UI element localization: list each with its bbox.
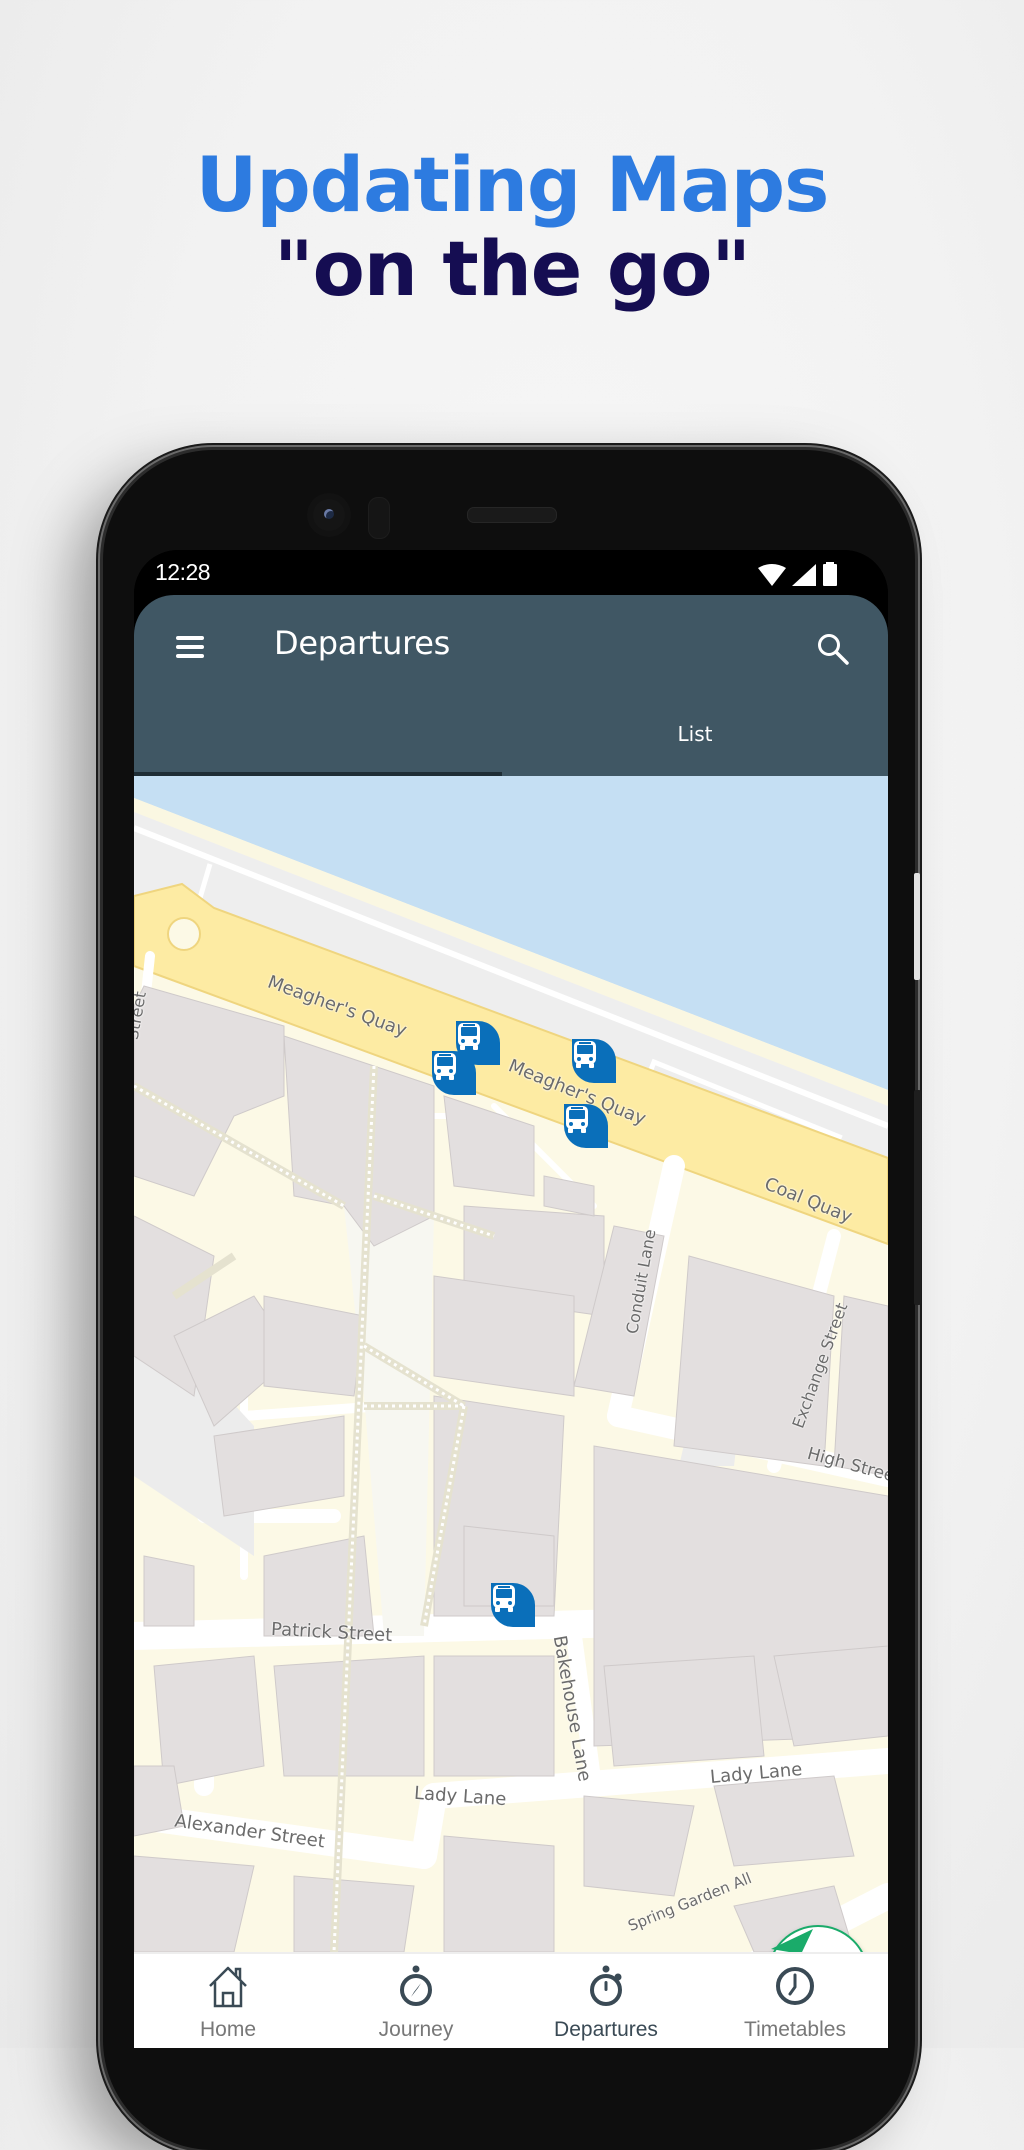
- bus-stop-marker[interactable]: [564, 1104, 608, 1148]
- search-icon[interactable]: [816, 632, 850, 666]
- nav-home[interactable]: Home: [143, 1954, 313, 2048]
- compass-icon: [400, 1965, 432, 2006]
- bottom-navigation: Home Journey Departures Timetables: [134, 1952, 888, 2048]
- nav-journey-label: Journey: [378, 2018, 454, 2041]
- headline-line-2: "on the go": [273, 224, 751, 313]
- app-bar: Departures: [134, 595, 888, 697]
- hamburger-menu-icon[interactable]: [176, 636, 204, 658]
- clock-icon: [776, 1967, 814, 2005]
- headline-line-1: Updating Maps: [195, 140, 830, 229]
- nav-timetables-label: Timetables: [744, 2018, 846, 2041]
- bus-stop-marker[interactable]: [572, 1039, 616, 1083]
- nav-departures[interactable]: Departures: [521, 1954, 691, 2048]
- bus-icon: [574, 1041, 596, 1068]
- battery-icon: [823, 562, 837, 586]
- nav-home-label: Home: [199, 2018, 257, 2041]
- navigation-arrow-icon: [771, 1929, 813, 1952]
- map-view[interactable]: Meagher's Quay Meagher's Quay Coal Quay …: [134, 776, 888, 1952]
- volume-button: [914, 873, 920, 980]
- bus-icon: [493, 1585, 515, 1612]
- bus-stop-marker[interactable]: [491, 1583, 535, 1627]
- bus-stop-marker[interactable]: [456, 1021, 500, 1065]
- status-time: 12:28: [155, 559, 211, 585]
- tab-bar: Map List: [134, 697, 888, 2048]
- bus-icon: [434, 1053, 456, 1080]
- power-button: [914, 1090, 921, 1305]
- status-bar: 12:28: [134, 550, 888, 595]
- cellular-signal-icon: [792, 564, 816, 586]
- status-icons: [758, 562, 838, 586]
- home-icon: [209, 1966, 247, 2008]
- bus-icon: [458, 1023, 480, 1050]
- page-title: Departures: [274, 624, 451, 662]
- front-camera: [313, 499, 345, 531]
- nav-timetables[interactable]: Timetables: [710, 1954, 880, 2048]
- roundabout: [167, 917, 201, 951]
- bus-icon: [566, 1106, 588, 1133]
- phone-screen: 12:28 Departures Map List: [134, 550, 888, 2048]
- proximity-sensor: [368, 497, 390, 539]
- wifi-icon: [758, 564, 786, 586]
- nav-journey[interactable]: Journey: [331, 1954, 501, 2048]
- nav-departures-label: Departures: [554, 2018, 658, 2041]
- earpiece-speaker: [467, 507, 557, 523]
- tab-list[interactable]: List: [502, 697, 888, 772]
- stopwatch-icon: [590, 1965, 622, 2006]
